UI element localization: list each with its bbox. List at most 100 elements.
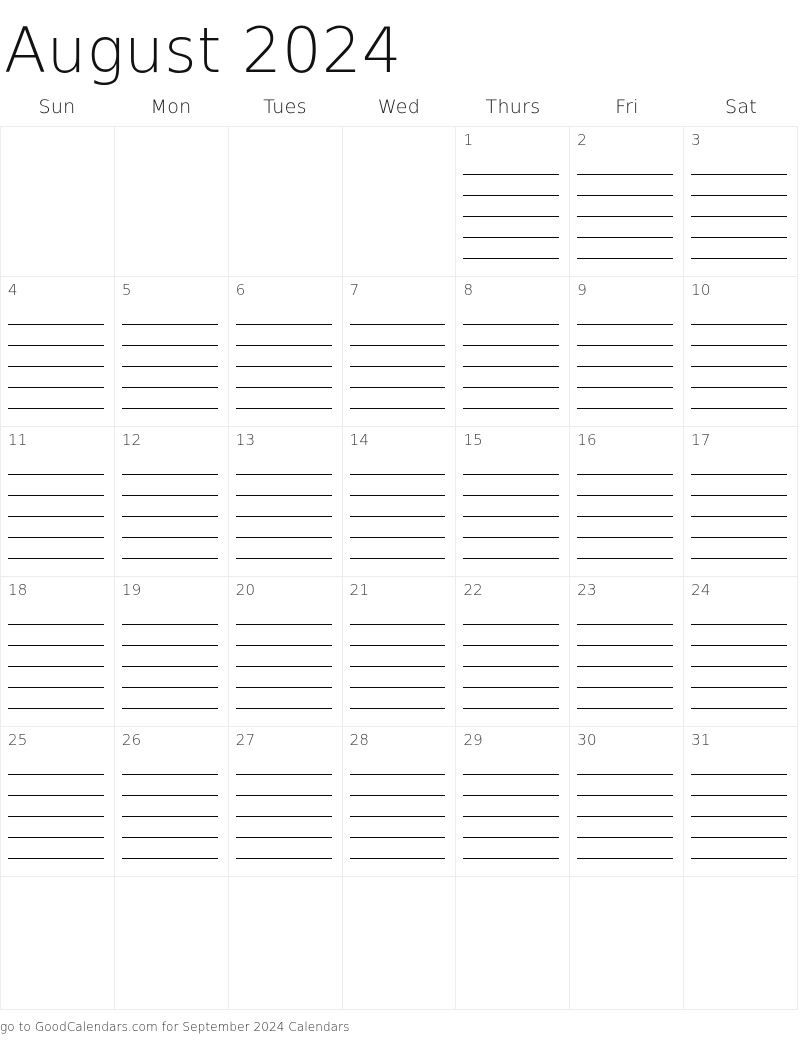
note-line[interactable] xyxy=(349,304,446,325)
note-line[interactable] xyxy=(691,175,788,196)
note-line[interactable] xyxy=(121,475,218,496)
note-line[interactable] xyxy=(8,517,104,538)
note-line[interactable] xyxy=(577,625,674,646)
note-line[interactable] xyxy=(691,709,787,726)
note-lines[interactable] xyxy=(577,454,674,576)
note-line[interactable] xyxy=(577,709,673,726)
note-line[interactable] xyxy=(350,709,446,726)
note-line[interactable] xyxy=(691,196,788,217)
note-line[interactable] xyxy=(463,409,559,426)
note-line[interactable] xyxy=(577,538,674,559)
note-line[interactable] xyxy=(691,388,788,409)
note-line[interactable] xyxy=(691,517,788,538)
note-line[interactable] xyxy=(349,688,446,709)
note-line[interactable] xyxy=(350,559,446,576)
note-line[interactable] xyxy=(349,517,446,538)
note-line[interactable] xyxy=(463,667,560,688)
note-line[interactable] xyxy=(349,838,446,859)
note-line[interactable] xyxy=(8,709,104,726)
note-line[interactable] xyxy=(691,154,788,175)
note-lines[interactable] xyxy=(235,304,332,426)
note-line[interactable] xyxy=(8,688,104,709)
note-lines[interactable] xyxy=(691,454,788,576)
note-line[interactable] xyxy=(691,838,788,859)
note-lines[interactable] xyxy=(8,754,104,876)
note-line[interactable] xyxy=(349,325,446,346)
note-lines[interactable] xyxy=(349,604,446,726)
note-line[interactable] xyxy=(236,709,332,726)
note-line[interactable] xyxy=(236,559,332,576)
day-cell[interactable]: 11 xyxy=(1,427,115,577)
day-cell[interactable]: 3 xyxy=(684,127,799,277)
note-line[interactable] xyxy=(122,409,218,426)
day-cell[interactable]: 26 xyxy=(114,727,229,877)
note-line[interactable] xyxy=(691,625,788,646)
note-line[interactable] xyxy=(8,859,104,876)
note-line[interactable] xyxy=(235,517,332,538)
note-line[interactable] xyxy=(121,754,218,775)
note-line[interactable] xyxy=(577,304,674,325)
note-line[interactable] xyxy=(121,325,218,346)
note-line[interactable] xyxy=(349,604,446,625)
note-line[interactable] xyxy=(121,775,218,796)
note-line[interactable] xyxy=(235,775,332,796)
note-line[interactable] xyxy=(8,646,104,667)
note-line[interactable] xyxy=(235,604,332,625)
note-line[interactable] xyxy=(8,817,104,838)
note-lines[interactable] xyxy=(121,304,218,426)
note-line[interactable] xyxy=(8,496,104,517)
note-line[interactable] xyxy=(8,604,104,625)
note-line[interactable] xyxy=(235,475,332,496)
note-line[interactable] xyxy=(8,304,104,325)
note-line[interactable] xyxy=(577,196,674,217)
note-line[interactable] xyxy=(463,538,560,559)
note-line[interactable] xyxy=(463,796,560,817)
note-line[interactable] xyxy=(577,517,674,538)
note-line[interactable] xyxy=(577,346,674,367)
note-lines[interactable] xyxy=(8,454,104,576)
note-line[interactable] xyxy=(349,454,446,475)
note-lines[interactable] xyxy=(235,604,332,726)
day-cell[interactable]: 22 xyxy=(456,577,571,727)
note-line[interactable] xyxy=(235,838,332,859)
day-cell[interactable]: 10 xyxy=(684,277,799,427)
note-line[interactable] xyxy=(235,625,332,646)
note-line[interactable] xyxy=(122,559,218,576)
note-line[interactable] xyxy=(577,454,674,475)
note-line[interactable] xyxy=(577,796,674,817)
note-line[interactable] xyxy=(349,496,446,517)
note-line[interactable] xyxy=(235,325,332,346)
note-line[interactable] xyxy=(350,859,446,876)
note-line[interactable] xyxy=(8,775,104,796)
note-line[interactable] xyxy=(349,754,446,775)
note-lines[interactable] xyxy=(463,754,560,876)
note-lines[interactable] xyxy=(691,754,788,876)
note-line[interactable] xyxy=(463,325,560,346)
note-line[interactable] xyxy=(463,196,560,217)
note-lines[interactable] xyxy=(349,754,446,876)
note-line[interactable] xyxy=(8,796,104,817)
note-line[interactable] xyxy=(349,367,446,388)
note-lines[interactable] xyxy=(235,454,332,576)
note-line[interactable] xyxy=(121,838,218,859)
note-line[interactable] xyxy=(349,817,446,838)
note-lines[interactable] xyxy=(691,304,788,426)
day-cell[interactable]: 5 xyxy=(114,277,229,427)
note-line[interactable] xyxy=(691,409,787,426)
day-cell[interactable]: 31 xyxy=(684,727,799,877)
note-lines[interactable] xyxy=(577,754,674,876)
note-line[interactable] xyxy=(235,754,332,775)
note-line[interactable] xyxy=(463,646,560,667)
note-line[interactable] xyxy=(463,346,560,367)
day-cell[interactable]: 14 xyxy=(342,427,457,577)
note-line[interactable] xyxy=(121,304,218,325)
note-lines[interactable] xyxy=(121,604,218,726)
note-lines[interactable] xyxy=(121,454,218,576)
note-line[interactable] xyxy=(8,559,104,576)
note-line[interactable] xyxy=(8,625,104,646)
note-lines[interactable] xyxy=(235,754,332,876)
note-line[interactable] xyxy=(463,517,560,538)
note-line[interactable] xyxy=(8,475,104,496)
note-line[interactable] xyxy=(691,559,787,576)
note-line[interactable] xyxy=(463,154,560,175)
